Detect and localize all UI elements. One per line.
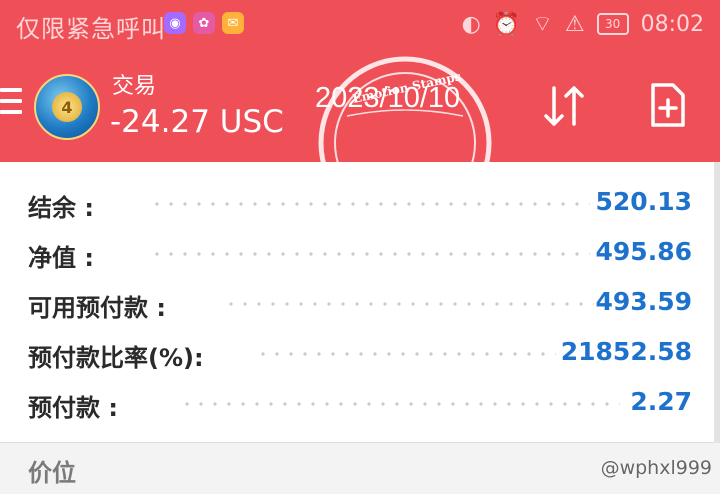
equity-label: 净值 : [28, 244, 94, 272]
notification-icons: ◉ ✿ ✉ [164, 12, 244, 34]
menu-icon[interactable] [0, 88, 22, 116]
wifi-icon: ⌔ [532, 12, 553, 37]
margin-row: 预付款 : 2.27 [0, 378, 720, 428]
balance-value: 520.13 [595, 187, 692, 216]
sort-icon[interactable] [540, 84, 588, 128]
battery-icon: 30 [596, 13, 629, 35]
equity-value: 495.86 [595, 237, 692, 266]
free-margin-row: 可用预付款 : 493.59 [0, 278, 720, 328]
balance-row: 结余 : 520.13 [0, 178, 720, 228]
dot-leader [150, 202, 590, 206]
nfc-icon: ◐ [461, 11, 481, 37]
status-indicators: ◐ ⏰ ⌔ ⚠ 30 08:02 [462, 10, 704, 38]
balance-label: 结余 : [28, 194, 94, 222]
author-watermark: @wphxl999 [600, 457, 712, 479]
app-header: 仅限紧急呼叫 ◉ ✿ ✉ ◐ ⏰ ⌔ ⚠ 30 08:02 4 交易 -24.2… [0, 0, 720, 234]
metatrader-logo: 4 [34, 74, 100, 140]
free-margin-value: 493.59 [595, 287, 692, 316]
margin-label: 预付款 : [28, 394, 118, 422]
toolbar: 4 交易 -24.27 USC Emotion Stamps I love he… [0, 48, 720, 234]
account-summary: 结余 : 520.13 净值 : 495.86 可用预付款 : 493.59 预… [0, 162, 720, 443]
prices-section-label: 价位 [28, 459, 76, 487]
margin-level-value: 21852.58 [560, 337, 692, 366]
free-margin-label: 可用预付款 : [28, 294, 166, 322]
equity-row: 净值 : 495.86 [0, 228, 720, 278]
alarm-icon: ⏰ [492, 11, 521, 37]
new-order-icon[interactable] [650, 82, 686, 128]
alert-icon: ⚠ [564, 11, 585, 37]
coin-icon: 4 [52, 92, 82, 122]
scroll-edge [714, 162, 720, 444]
prices-section-header[interactable]: 价位 @wphxl999 [0, 443, 720, 494]
dot-leader [224, 302, 594, 306]
margin-level-label: 预付款比率(%): [28, 344, 204, 372]
status-bar: 仅限紧急呼叫 ◉ ✿ ✉ ◐ ⏰ ⌔ ⚠ 30 08:02 [0, 0, 720, 48]
mail-icon: ✉ [222, 12, 244, 34]
podcast-icon: ◉ [164, 12, 186, 34]
floating-profit: -24.27 USC [110, 104, 284, 140]
chat-icon: ✿ [193, 12, 215, 34]
page-title: 交易 [112, 74, 157, 99]
clock-time: 08:02 [640, 11, 704, 37]
stamp-date: 2023/10/10 [315, 82, 461, 114]
dot-leader [256, 352, 556, 356]
dot-leader [180, 402, 620, 406]
margin-value: 2.27 [630, 387, 692, 416]
carrier-status: 仅限紧急呼叫 [16, 15, 166, 43]
dot-leader [150, 252, 590, 256]
margin-level-row: 预付款比率(%): 21852.58 [0, 328, 720, 378]
